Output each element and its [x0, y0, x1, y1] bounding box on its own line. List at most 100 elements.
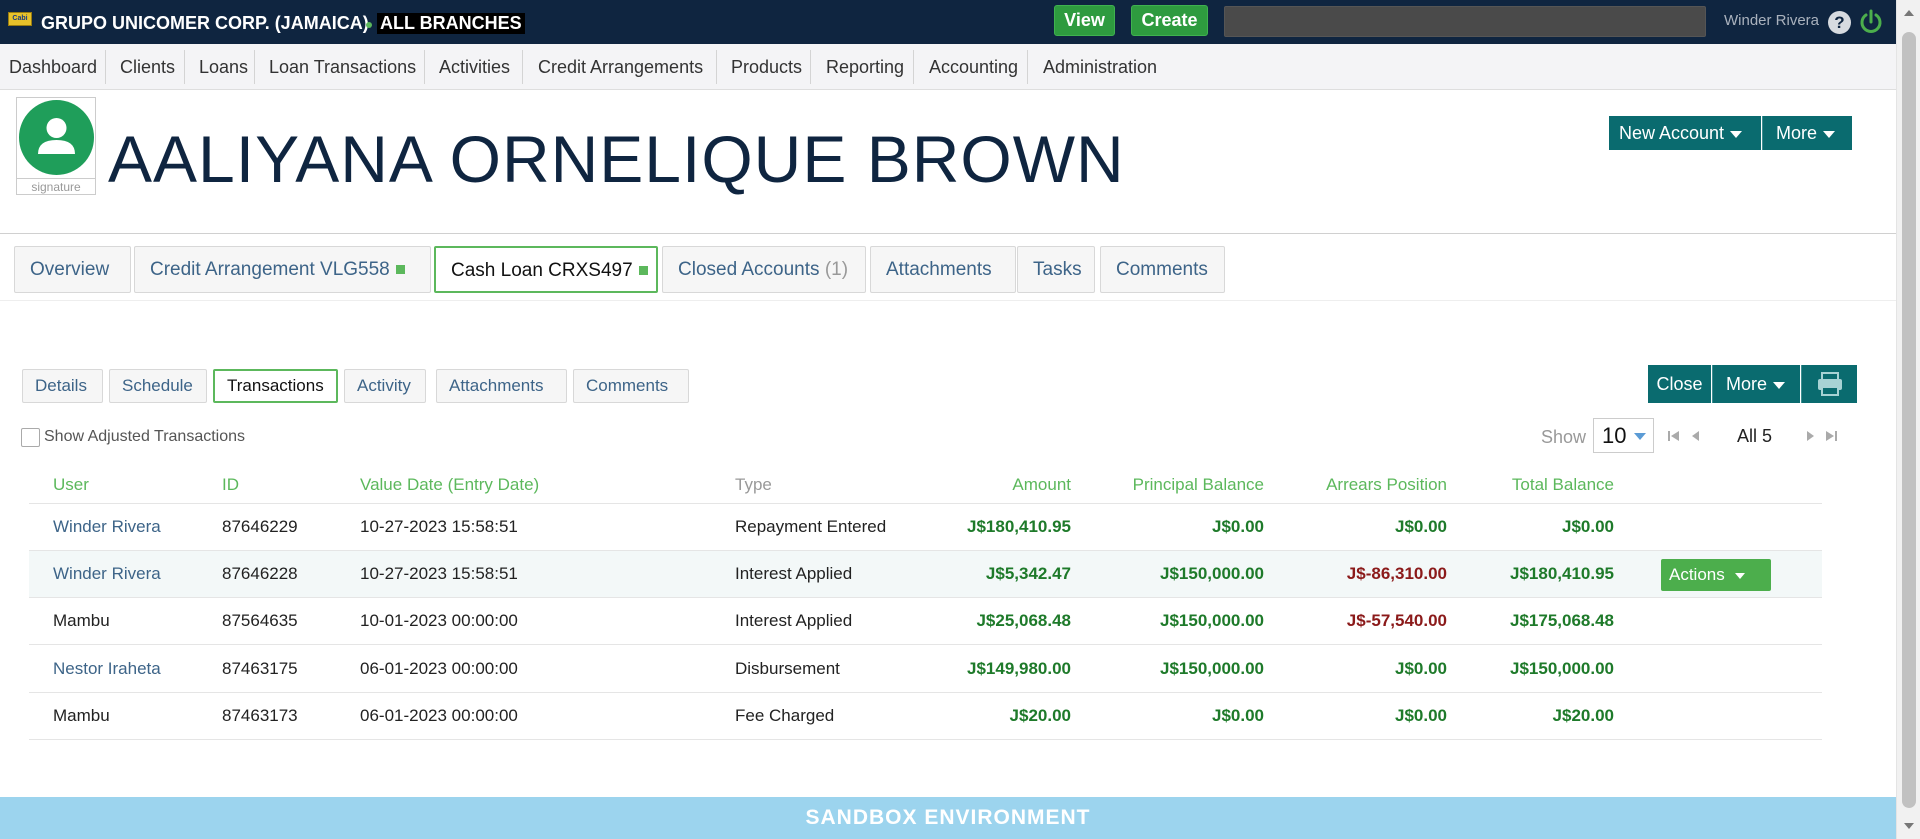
power-icon[interactable] [1859, 9, 1883, 35]
table-row[interactable]: Mambu 87564635 10-01-2023 00:00:00 Inter… [29, 598, 1822, 645]
client-name: AALIYANA ORNELIQUE BROWN [108, 122, 1125, 196]
show-adjusted-checkbox[interactable] [21, 428, 40, 447]
subtab-transactions[interactable]: Transactions [213, 369, 338, 403]
row-type: Repayment Entered [735, 517, 887, 536]
organization-name: GRUPO UNICOMER CORP. (JAMAICA) [41, 13, 369, 33]
client-more-label: More [1776, 123, 1818, 143]
row-total: J$175,068.48 [1510, 611, 1614, 630]
tab-closed-accounts[interactable]: Closed Accounts (1) [662, 246, 866, 293]
status-indicator-icon [395, 265, 405, 275]
tab-credit-arrangement-label: Credit Arrangement VLG558 [150, 259, 390, 280]
row-total: J$150,000.00 [1510, 659, 1614, 678]
caret-down-icon [1734, 572, 1745, 579]
client-avatar[interactable]: signature [16, 97, 96, 195]
tab-tasks[interactable]: Tasks [1017, 246, 1095, 293]
table-header-row [29, 456, 1822, 504]
top-bar: Cabi GRUPO UNICOMER CORP. (JAMAICA) ALL … [0, 0, 1920, 44]
pagination-all-count: All 5 [1737, 426, 1773, 446]
nav-clients[interactable]: Clients [120, 44, 175, 90]
subtab-details[interactable]: Details [22, 369, 103, 403]
actions-button[interactable]: Actions [1661, 559, 1771, 591]
search-input[interactable] [1224, 6, 1706, 37]
page-size-select[interactable]: 10 [1593, 418, 1654, 453]
table-row[interactable]: Winder Rivera 87646229 10-27-2023 15:58:… [29, 504, 1822, 551]
caret-down-icon [1773, 381, 1786, 389]
caret-down-icon [1730, 130, 1743, 138]
show-adjusted-label: Show Adjusted Transactions [44, 428, 246, 445]
subtab-attachments[interactable]: Attachments [436, 369, 567, 403]
first-page-icon[interactable] [1667, 429, 1681, 443]
tab-overview[interactable]: Overview [14, 246, 131, 293]
subtab-schedule[interactable]: Schedule [109, 369, 207, 403]
nav-separator [522, 50, 523, 84]
row-user[interactable]: Winder Rivera [53, 564, 161, 584]
nav-separator [1027, 50, 1028, 84]
nav-activities[interactable]: Activities [439, 44, 510, 90]
branch-selector[interactable]: ALL BRANCHES [377, 13, 525, 34]
row-id: 87646228 [222, 564, 298, 583]
row-id: 87646229 [222, 517, 298, 536]
nav-separator [184, 50, 185, 84]
next-page-icon[interactable] [1803, 429, 1817, 443]
print-button[interactable] [1801, 365, 1857, 403]
nav-separator [716, 50, 717, 84]
tab-divider [0, 300, 1896, 301]
row-amount: J$20.00 [1009, 706, 1071, 725]
closed-accounts-count: (1) [824, 259, 849, 280]
row-arrears: J$-57,540.00 [1346, 611, 1447, 630]
row-principal: J$0.00 [1212, 706, 1264, 725]
row-user[interactable]: Winder Rivera [53, 517, 161, 537]
help-icon[interactable]: ? [1828, 11, 1851, 34]
table-row[interactable]: Nestor Iraheta 87463175 06-01-2023 00:00… [29, 646, 1822, 693]
subtab-comments[interactable]: Comments [573, 369, 689, 403]
row-arrears: J$0.00 [1395, 517, 1447, 536]
nav-loans[interactable]: Loans [199, 44, 248, 90]
row-principal: J$0.00 [1212, 517, 1264, 536]
tab-closed-accounts-label: Closed Accounts [678, 259, 820, 280]
prev-page-icon[interactable] [1689, 429, 1703, 443]
nav-separator [105, 50, 106, 84]
caret-down-icon [1823, 130, 1836, 138]
row-type: Fee Charged [735, 706, 835, 725]
user-name[interactable]: Winder Rivera [1724, 12, 1819, 29]
nav-products[interactable]: Products [731, 44, 802, 90]
row-date: 06-01-2023 00:00:00 [360, 706, 518, 725]
main-navigation: Dashboard Clients Loans Loan Transaction… [0, 44, 1920, 90]
close-button[interactable]: Close [1648, 365, 1711, 403]
row-date: 10-27-2023 15:58:51 [360, 517, 518, 536]
subtab-activity[interactable]: Activity [344, 369, 426, 403]
row-amount: J$180,410.95 [967, 517, 1071, 536]
tab-cash-loan[interactable]: Cash Loan CRXS497 [434, 246, 658, 293]
new-account-button[interactable]: New Account [1609, 116, 1761, 150]
branch-status-dot [366, 22, 372, 28]
row-id: 87463173 [222, 706, 298, 725]
signature-label[interactable]: signature [17, 178, 95, 194]
nav-dashboard[interactable]: Dashboard [9, 44, 97, 90]
scroll-up-icon[interactable] [1904, 10, 1914, 16]
tab-comments[interactable]: Comments [1100, 246, 1225, 293]
tab-credit-arrangement[interactable]: Credit Arrangement VLG558 [134, 246, 431, 293]
nav-accounting[interactable]: Accounting [929, 44, 1018, 90]
view-button[interactable]: View [1054, 5, 1115, 36]
loan-more-button[interactable]: More [1712, 365, 1800, 403]
nav-credit-arrangements[interactable]: Credit Arrangements [538, 44, 703, 90]
vertical-scrollbar[interactable] [1896, 0, 1920, 839]
scroll-down-icon[interactable] [1904, 823, 1914, 829]
nav-administration[interactable]: Administration [1043, 44, 1157, 90]
nav-reporting[interactable]: Reporting [826, 44, 904, 90]
row-total: J$0.00 [1562, 517, 1614, 536]
show-label: Show [1541, 427, 1587, 447]
client-more-button[interactable]: More [1762, 116, 1852, 150]
table-row[interactable]: Mambu 87463173 06-01-2023 00:00:00 Fee C… [29, 693, 1822, 740]
create-button[interactable]: Create [1131, 5, 1208, 36]
table-row[interactable]: Winder Rivera 87646228 10-27-2023 15:58:… [29, 551, 1822, 598]
nav-loan-transactions[interactable]: Loan Transactions [269, 44, 416, 90]
new-account-label: New Account [1619, 123, 1725, 143]
print-icon [1818, 372, 1842, 396]
row-arrears: J$0.00 [1395, 706, 1447, 725]
row-user[interactable]: Nestor Iraheta [53, 659, 161, 679]
tab-attachments[interactable]: Attachments [870, 246, 1016, 293]
row-amount: J$25,068.48 [976, 611, 1071, 630]
scrollbar-thumb[interactable] [1902, 32, 1916, 808]
last-page-icon[interactable] [1824, 429, 1838, 443]
